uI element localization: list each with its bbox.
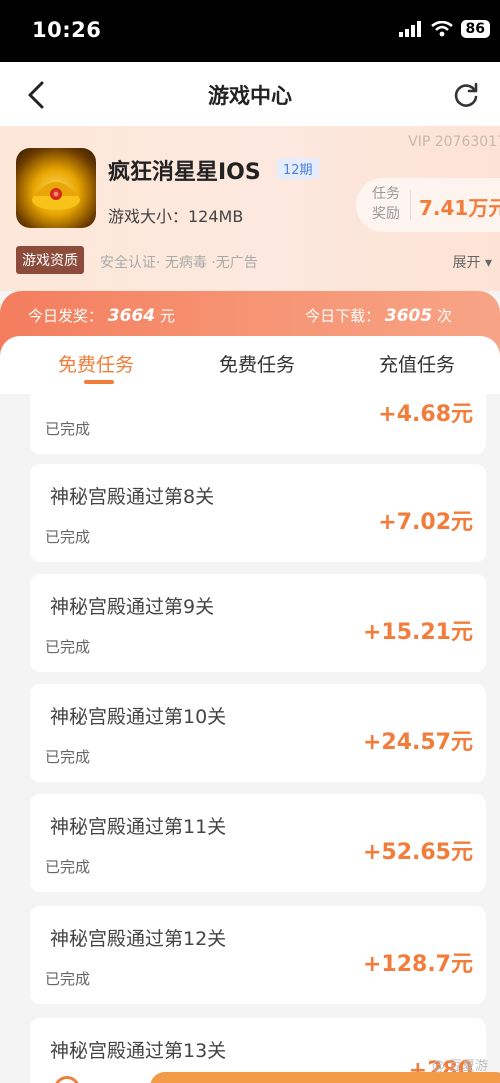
- today-download-label: 今日下载：: [305, 307, 381, 325]
- task-title: 神秘宫殿通过第9关: [50, 596, 215, 618]
- task-title: 神秘宫殿通过第8关: [50, 486, 215, 508]
- vip-id: VIP 20763017: [408, 134, 500, 150]
- task-reward: +4.68元: [378, 402, 473, 427]
- signal-icon: [398, 21, 421, 37]
- battery-indicator: 86: [460, 20, 490, 38]
- task-card[interactable]: 已完成 +4.68元: [30, 394, 486, 454]
- status-time: 10:26: [32, 18, 102, 42]
- tab-bar: 免费任务 免费任务 充值任务: [0, 336, 500, 394]
- task-title: 神秘宫殿通过第12关: [50, 928, 227, 950]
- task-status: 已完成: [45, 970, 91, 988]
- task-list[interactable]: 已完成 +4.68元 神秘宫殿通过第8关 已完成 +7.02元 神秘宫殿通过第9…: [0, 394, 500, 1083]
- tab-free-tasks-2[interactable]: 免费任务: [219, 350, 295, 377]
- task-card[interactable]: 神秘宫殿通过第8关 已完成 +7.02元: [30, 464, 486, 562]
- task-status: 已完成: [45, 858, 91, 876]
- period-badge: 12期: [277, 158, 319, 179]
- nav-bar: 游戏中心: [0, 62, 500, 126]
- today-paid-unit: 元: [159, 307, 175, 325]
- status-bar: 10:26 86: [0, 0, 500, 62]
- game-header: VIP 20763017 疯狂消星星IOS 12期 游戏大小：124MB 任务奖…: [0, 126, 500, 291]
- task-reward: +7.02元: [378, 510, 473, 535]
- reward-value: 7.41万元: [419, 196, 500, 220]
- tab-indicator: [84, 380, 114, 384]
- watermark: @ 豆夏游: [431, 1059, 488, 1074]
- task-title: 神秘宫殿通过第11关: [50, 816, 227, 838]
- task-reward: +52.65元: [362, 840, 473, 865]
- task-reward: +128.7元: [362, 952, 473, 977]
- today-download-unit: 次: [436, 307, 452, 325]
- page-title: 游戏中心: [208, 84, 292, 108]
- task-reward: +24.57元: [362, 730, 473, 755]
- task-status: 已完成: [45, 528, 91, 546]
- today-paid-value: 3664: [107, 306, 156, 326]
- expand-button[interactable]: 展开 ▾: [453, 252, 492, 272]
- status-icons: 86: [398, 20, 490, 38]
- total-reward-box: 任务奖励 7.41万元: [356, 178, 500, 232]
- qualification-badge: 游戏资质: [16, 246, 84, 274]
- refresh-icon[interactable]: [452, 80, 480, 108]
- reward-label: 任务奖励: [372, 186, 400, 222]
- task-status: 已完成: [45, 748, 91, 766]
- task-title: 神秘宫殿通过第10关: [50, 706, 227, 728]
- task-title: 神秘宫殿通过第13关: [50, 1040, 227, 1062]
- task-reward: +15.21元: [362, 620, 473, 645]
- wifi-icon: [430, 21, 453, 37]
- reward-divider: [410, 190, 411, 220]
- task-status: 已完成: [45, 420, 91, 438]
- task-card[interactable]: 神秘宫殿通过第9关 已完成 +15.21元: [30, 574, 486, 672]
- qualification-row: 游戏资质 安全认证· 无病毒 ·无广告 展开 ▾: [0, 246, 500, 278]
- game-icon: [16, 148, 96, 228]
- task-card[interactable]: 神秘宫殿通过第10关 已完成 +24.57元: [30, 684, 486, 782]
- today-paid: 今日发奖： 3664 元: [28, 305, 175, 326]
- tab-free-tasks-1[interactable]: 免费任务: [58, 350, 134, 377]
- task-card[interactable]: 神秘宫殿通过第11关 已完成 +52.65元: [30, 794, 486, 892]
- task-card[interactable]: 神秘宫殿通过第12关 已完成 +128.7元: [30, 906, 486, 1004]
- tab-recharge-tasks[interactable]: 充值任务: [379, 350, 455, 377]
- today-download: 今日下载： 3605 次: [305, 305, 452, 326]
- today-download-value: 3605: [384, 306, 433, 326]
- task-status: 已完成: [45, 638, 91, 656]
- qualification-text: 安全认证· 无病毒 ·无广告: [100, 255, 258, 271]
- game-size: 游戏大小：124MB: [108, 207, 244, 226]
- game-name: 疯狂消星星IOS: [108, 160, 261, 185]
- today-paid-label: 今日发奖：: [28, 307, 104, 325]
